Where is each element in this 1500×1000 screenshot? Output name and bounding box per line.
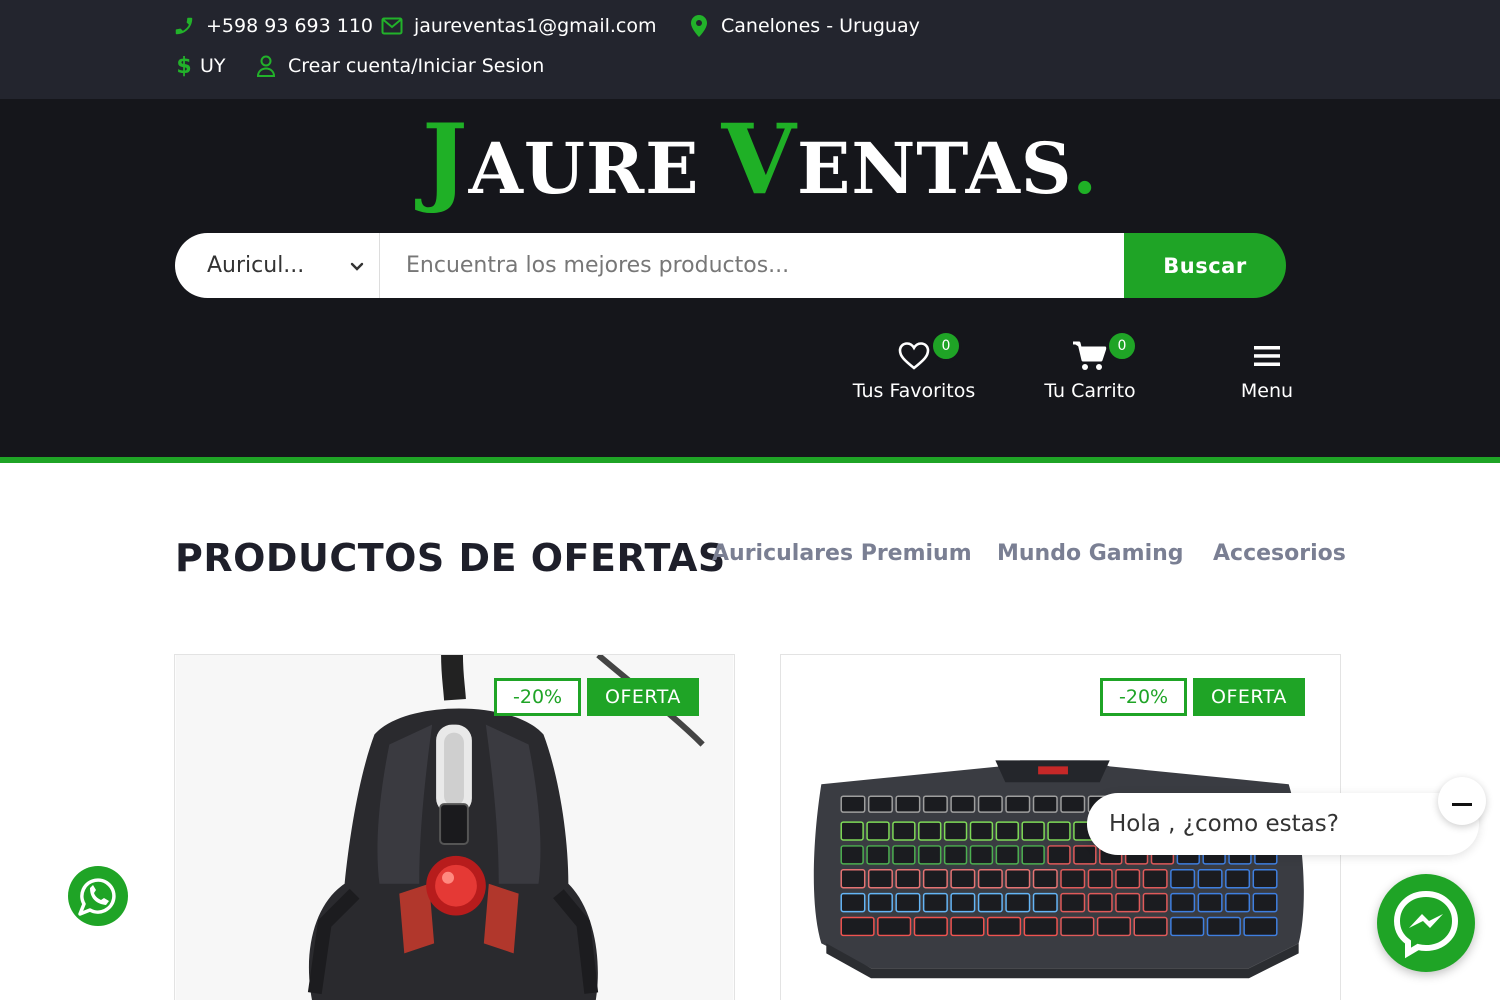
chevron-down-icon xyxy=(349,258,365,274)
header-divider xyxy=(0,457,1500,463)
section-title: PRODUCTOS DE OFERTAS xyxy=(175,536,726,580)
top-info-bar: +598 93 693 110 jaureventas1@gmail.com C… xyxy=(0,0,1500,99)
logo-dot: . xyxy=(1072,127,1098,210)
cart-icon xyxy=(1072,340,1108,377)
chat-greeting-text: Hola , ¿como estas? xyxy=(1109,811,1339,837)
offer-badge: OFERTA xyxy=(587,678,699,716)
minus-icon xyxy=(1452,792,1472,811)
product-card[interactable]: -20% OFERTA xyxy=(174,654,735,1000)
location-info: Canelones - Uruguay xyxy=(687,14,920,38)
messenger-button[interactable] xyxy=(1377,874,1475,972)
phone-number: +598 93 693 110 xyxy=(206,15,374,37)
favorites-button[interactable]: 0 Tus Favoritos xyxy=(845,330,983,402)
tab-accesorios[interactable]: Accesorios xyxy=(1213,541,1346,566)
menu-button[interactable]: Menu xyxy=(1220,338,1314,402)
map-pin-icon xyxy=(687,14,711,38)
discount-badge: -20% xyxy=(494,678,582,716)
whatsapp-icon xyxy=(68,866,128,926)
menu-label: Menu xyxy=(1240,380,1294,402)
search-bar: Auricul... Buscar xyxy=(175,233,1286,298)
search-button[interactable]: Buscar xyxy=(1124,233,1286,298)
phone-icon xyxy=(172,14,196,38)
cart-button[interactable]: 0 Tu Carrito xyxy=(1030,330,1150,402)
account-link[interactable]: Crear cuenta/Iniciar Sesion xyxy=(254,54,544,78)
messenger-icon xyxy=(1393,890,1459,959)
tab-mundo-gaming[interactable]: Mundo Gaming xyxy=(997,541,1184,566)
cart-count-badge: 0 xyxy=(1106,330,1138,362)
account-label: Crear cuenta/Iniciar Sesion xyxy=(288,55,545,77)
cart-label: Tu Carrito xyxy=(1044,380,1136,402)
tab-auriculares-premium[interactable]: Auriculares Premium xyxy=(712,541,972,566)
chat-close-button[interactable] xyxy=(1438,777,1486,825)
email-contact[interactable]: jaureventas1@gmail.com xyxy=(380,14,657,38)
heart-icon xyxy=(898,341,930,376)
logo-letter-v: V xyxy=(721,103,797,216)
phone-contact[interactable]: +598 93 693 110 xyxy=(172,14,373,38)
category-select[interactable]: Auricul... xyxy=(175,233,380,298)
logo-word-1: AURE xyxy=(468,127,700,210)
chat-greeting-bubble[interactable]: Hola , ¿como estas? xyxy=(1087,793,1479,855)
site-logo[interactable]: J AURE V ENTAS . xyxy=(350,112,1170,212)
email-address: jaureventas1@gmail.com xyxy=(414,15,657,37)
user-icon xyxy=(254,54,278,78)
offer-badge: OFERTA xyxy=(1193,678,1305,716)
hamburger-icon xyxy=(1253,344,1281,373)
logo-word-2: ENTAS xyxy=(796,127,1073,210)
discount-badge: -20% xyxy=(1100,678,1188,716)
location-text: Canelones - Uruguay xyxy=(721,15,920,37)
currency-label: UY xyxy=(200,55,226,77)
category-value: Auricul... xyxy=(207,253,305,278)
envelope-icon xyxy=(380,14,404,38)
search-input[interactable] xyxy=(380,233,1124,298)
favorites-label: Tus Favoritos xyxy=(852,380,976,402)
dollar-icon: $ xyxy=(176,53,192,79)
logo-letter-j: J xyxy=(422,103,469,216)
currency-selector[interactable]: $ UY xyxy=(172,53,226,79)
whatsapp-button[interactable] xyxy=(66,864,130,928)
favorites-count-badge: 0 xyxy=(930,330,962,362)
